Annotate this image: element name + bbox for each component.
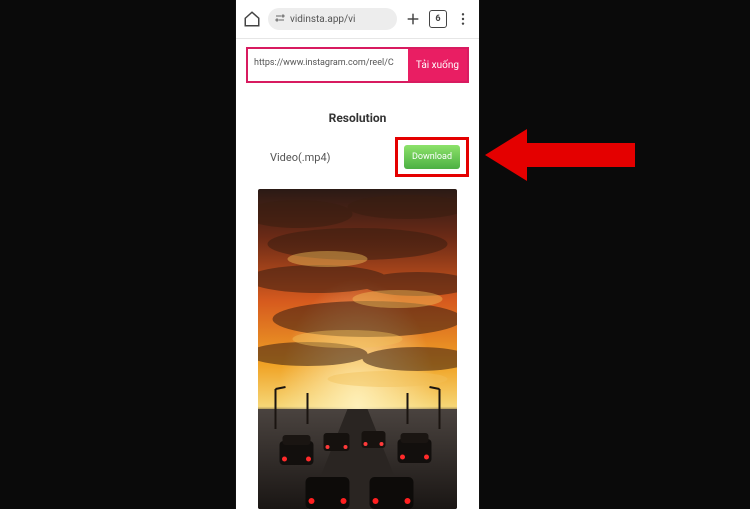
- tab-switcher[interactable]: 6: [429, 10, 447, 28]
- url-bar[interactable]: vidinsta.app/vi: [268, 8, 397, 30]
- phone-viewport: vidinsta.app/vi 6 https://www.instagram.…: [236, 0, 479, 509]
- url-text: vidinsta.app/vi: [290, 14, 355, 25]
- result-row: Video(.mp4) Download: [236, 133, 479, 181]
- annotation-arrow: [485, 126, 635, 184]
- download-submit-button[interactable]: Tải xuống: [408, 49, 467, 81]
- home-icon[interactable]: [242, 9, 262, 29]
- browser-toolbar: vidinsta.app/vi 6: [236, 0, 479, 39]
- site-settings-icon: [274, 13, 286, 25]
- url-input-row: https://www.instagram.com/reel/C Tải xuố…: [246, 47, 469, 83]
- resolution-header: Resolution: [236, 111, 479, 125]
- result-format-label: Video(.mp4): [246, 151, 395, 164]
- page-body: https://www.instagram.com/reel/C Tải xuố…: [236, 39, 479, 509]
- new-tab-icon[interactable]: [403, 9, 423, 29]
- kebab-menu-icon[interactable]: [453, 9, 473, 29]
- download-button[interactable]: Download: [404, 145, 460, 169]
- url-input[interactable]: https://www.instagram.com/reel/C: [248, 49, 408, 81]
- video-thumbnail[interactable]: [258, 189, 457, 509]
- download-highlight-box: Download: [395, 137, 469, 177]
